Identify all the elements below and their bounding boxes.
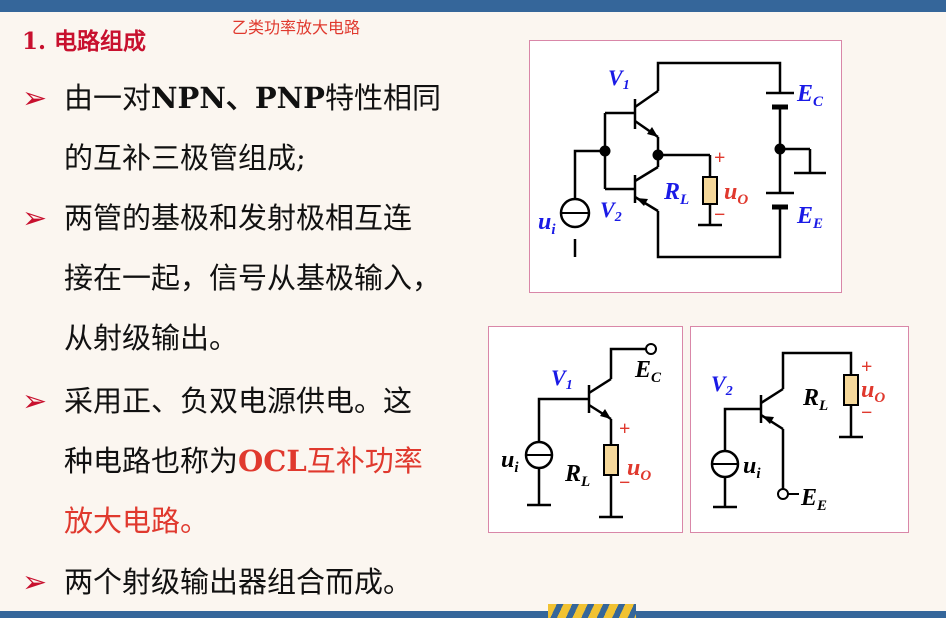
v1-circuit-diagram: V1 EC RL uO + − ui (501, 343, 662, 519)
rl-label: RL (802, 385, 828, 414)
rl-label: RL (564, 461, 590, 490)
bullet-2-line1: 两管的基极和发射极相互连 (64, 201, 413, 235)
ui-label: ui (501, 447, 519, 476)
bullet-4-line1: 两个射级输出器组合而成。 (64, 565, 413, 599)
bullet-marker: ➢ (22, 565, 48, 600)
uo-label: uO (724, 179, 748, 208)
bottom-bar (0, 611, 946, 618)
minus-sign: − (861, 402, 872, 424)
v2-label: V2 (600, 197, 622, 225)
ee-label: EE (796, 203, 823, 232)
bullet-marker: ➢ (22, 384, 48, 419)
bullet-1-npn-pnp: NPN、PNP (151, 81, 325, 115)
bullet-2-text: 两管的基极和发射极相互连 接在一起，信号从基极输入， 从射级输出。 (64, 188, 494, 368)
bullet-marker: ➢ (22, 201, 48, 236)
top-bar (0, 0, 946, 12)
bullet-3-part-a: 种电路也称为 (64, 444, 239, 478)
bullet-3-ocl: OCL (238, 444, 307, 478)
ec-label: EC (796, 81, 824, 110)
plus-sign: + (861, 356, 872, 378)
v1-label: V1 (551, 365, 573, 393)
bullet-3-line1: 采用正、负双电源供电。这 (64, 384, 413, 418)
minus-sign: − (619, 472, 630, 494)
bullet-marker: ➢ (22, 81, 48, 116)
subtitle: 乙类功率放大电路 (232, 18, 361, 37)
bullet-1-part-a: 由一对 (64, 81, 152, 115)
v2-label: V2 (711, 371, 733, 399)
v2-circuit-diagram: V2 EE RL uO + − ui (710, 351, 885, 514)
bullet-3-part-c: 互补功率 (306, 444, 423, 478)
ee-label: EE (800, 485, 827, 514)
bullet-3-line3: 放大电路。 (64, 504, 210, 538)
v1-circuit-frame: V1 EC RL uO + − ui (488, 326, 683, 533)
plus-sign: + (619, 418, 630, 440)
minus-sign: − (714, 204, 725, 226)
bullet-3-text: 采用正、负双电源供电。这 种电路也称为OCL互补功率 放大电路。 (64, 371, 494, 551)
decorative-stripes (548, 604, 636, 618)
v2-circuit-frame: V2 EE RL uO + − ui (690, 326, 909, 533)
bullet-4-text: 两个射级输出器组合而成。 (64, 552, 494, 612)
section-heading: 1. 电路组成 (22, 28, 147, 55)
main-circuit-frame: V1 V2 EC EE RL uO + − ui (529, 40, 842, 293)
bullet-1-line2: 的互补三极管组成; (64, 141, 306, 175)
uo-label: uO (627, 455, 651, 484)
v1-label: V1 (608, 65, 630, 93)
bullet-2-line2: 接在一起，信号从基极输入， (64, 261, 442, 295)
bullet-1-text: 由一对NPN、PNP特性相同 的互补三极管组成; (64, 68, 494, 188)
ui-label: ui (538, 209, 556, 238)
rl-label: RL (663, 179, 689, 208)
ui-label: ui (743, 453, 761, 482)
main-circuit-diagram: V1 V2 EC EE RL uO + − ui (538, 61, 826, 259)
bullet-1-part-c: 特性相同 (324, 81, 441, 115)
bullet-2-line3: 从射级输出。 (64, 321, 239, 355)
ec-label: EC (634, 357, 662, 386)
plus-sign: + (714, 147, 725, 169)
